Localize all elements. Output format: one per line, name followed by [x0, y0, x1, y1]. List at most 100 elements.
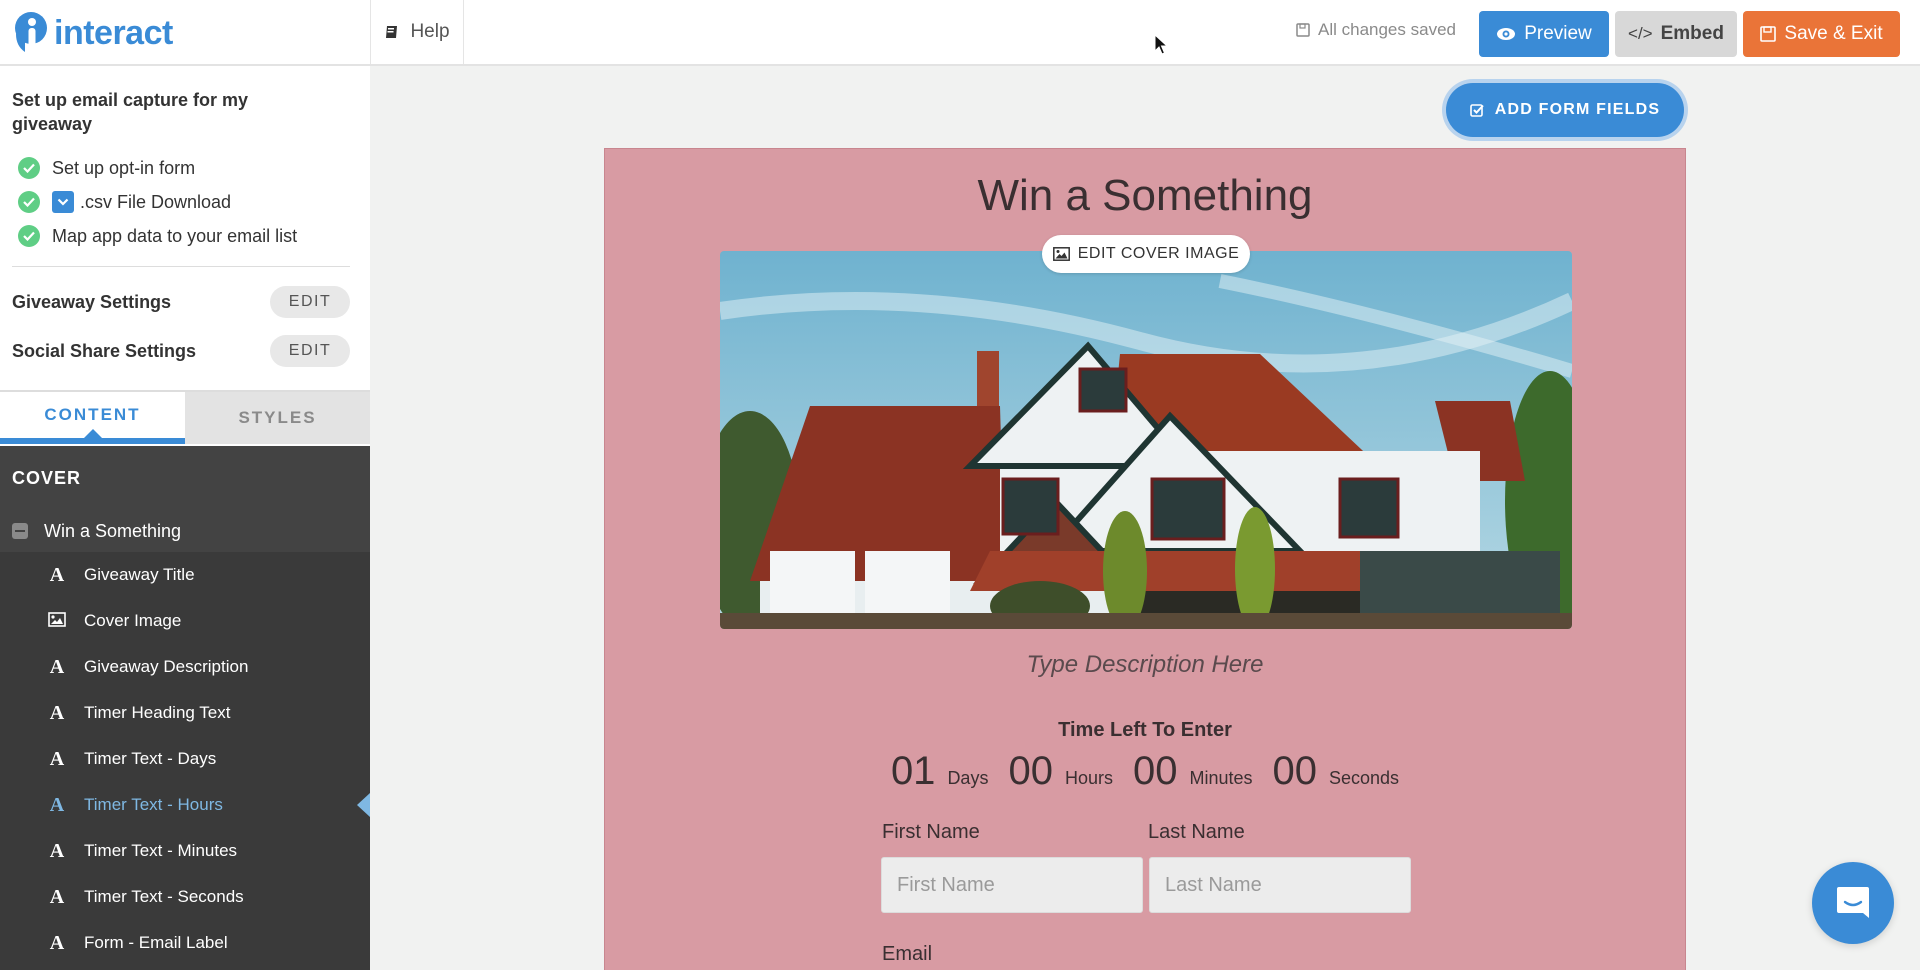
interact-logo[interactable]: interact: [12, 12, 173, 54]
edit-giveaway-settings-button[interactable]: EDIT: [270, 286, 350, 318]
text-icon: A: [49, 563, 65, 586]
floppy-icon: [1760, 26, 1777, 42]
email-label: Email: [882, 943, 933, 965]
giveaway-settings-row: Giveaway Settings EDIT: [12, 285, 350, 319]
dropdown-chevron-icon[interactable]: [52, 191, 74, 213]
tree-item-label: Timer Text - Hours: [84, 795, 223, 814]
tree-item-timer-text-days[interactable]: A Timer Text - Days: [0, 736, 370, 782]
last-name-label: Last Name: [1148, 821, 1245, 843]
chat-support-button[interactable]: [1812, 862, 1894, 944]
text-icon: A: [49, 655, 65, 678]
task-title: Set up email capture for my giveaway: [12, 90, 249, 134]
tree-item-timer-text-minutes[interactable]: A Timer Text - Minutes: [0, 828, 370, 874]
setting-label: Social Share Settings: [12, 340, 197, 361]
divider: [12, 266, 350, 267]
first-name-input[interactable]: [881, 857, 1143, 913]
timer-days-value: 01: [890, 749, 936, 793]
task-item[interactable]: Map app data to your email list: [18, 219, 297, 253]
help-button[interactable]: Help: [370, 0, 464, 64]
embed-button[interactable]: </> Embed: [1615, 11, 1737, 57]
timer-minutes-label[interactable]: Minutes: [1189, 768, 1252, 789]
task-label: .csv File Download: [80, 191, 232, 212]
task-label: Set up opt-in form: [52, 157, 196, 178]
task-item[interactable]: Set up opt-in form: [18, 151, 297, 185]
tab-content[interactable]: CONTENT: [0, 392, 185, 444]
giveaway-description[interactable]: Type Description Here: [605, 651, 1685, 679]
tree-item-label: Cover Image: [84, 611, 182, 630]
task-list: Set up opt-in form .csv File Download Ma…: [18, 151, 297, 253]
timer-minutes-value: 00: [1132, 749, 1178, 793]
task-label: Map app data to your email list: [52, 225, 298, 246]
text-icon: A: [49, 701, 65, 724]
timer-hours-value: 00: [1008, 749, 1053, 793]
timer-seconds-value: 00: [1272, 749, 1318, 793]
check-circle-icon: [18, 225, 40, 247]
check-circle-icon: [18, 157, 40, 179]
edit-social-share-settings-button[interactable]: EDIT: [270, 335, 350, 367]
image-icon: [46, 610, 68, 633]
tree-item-label: Giveaway Description: [84, 657, 249, 676]
save-status: All changes saved: [1296, 20, 1456, 40]
image-icon: [1052, 247, 1070, 261]
tab-styles[interactable]: STYLES: [185, 392, 370, 444]
tree-item-timer-text-seconds[interactable]: A Timer Text - Seconds: [0, 874, 370, 920]
chat-icon: [1837, 887, 1869, 918]
tree-item-timer-heading-text[interactable]: A Timer Heading Text: [0, 690, 370, 736]
sidebar: Set up email capture for my giveaway Set…: [0, 66, 370, 970]
preview-label: Preview: [1524, 23, 1592, 44]
check-circle-icon: [18, 191, 40, 213]
group-label: Win a Something: [44, 520, 182, 541]
eye-icon: [1497, 28, 1516, 40]
sidebar-tabs: CONTENT STYLES: [0, 390, 370, 444]
edit-cover-label: EDIT COVER IMAGE: [1077, 245, 1240, 262]
logo-mark-icon: [15, 12, 47, 52]
text-icon: A: [49, 931, 65, 954]
add-form-fields-inner: ADD FORM FIELDS: [1446, 83, 1684, 137]
timer-days-label[interactable]: Days: [947, 768, 988, 789]
book-icon: [386, 26, 398, 38]
tree-item-cover-image[interactable]: Cover Image: [0, 598, 370, 644]
tree-item-label: Timer Text - Days: [84, 749, 217, 768]
text-icon: A: [49, 747, 65, 770]
edit-cover-image-button[interactable]: EDIT COVER IMAGE: [1042, 235, 1250, 273]
tree-item-label: Timer Text - Minutes: [84, 841, 238, 860]
help-label: Help: [410, 21, 450, 42]
preview-button[interactable]: Preview: [1479, 11, 1609, 57]
cover-image[interactable]: [720, 251, 1572, 629]
collapse-icon[interactable]: [12, 523, 28, 539]
embed-label: Embed: [1660, 23, 1724, 44]
save-status-text: All changes saved: [1318, 20, 1456, 39]
save-exit-label: Save & Exit: [1784, 23, 1883, 44]
countdown-timer: 01 Days 00 Hours 00 Minutes 00 Seconds: [605, 749, 1685, 794]
timer-hours-label[interactable]: Hours: [1065, 768, 1113, 789]
giveaway-title[interactable]: Win a Something: [605, 171, 1685, 221]
floppy-icon: [1296, 23, 1310, 37]
tree-item-label: Form - Email Label: [84, 933, 228, 952]
checkbox-icon: [1469, 103, 1484, 117]
task-item[interactable]: .csv File Download: [18, 185, 297, 219]
add-form-fields-label: ADD FORM FIELDS: [1494, 101, 1661, 118]
code-icon: </>: [1628, 24, 1653, 43]
save-exit-button[interactable]: Save & Exit: [1743, 11, 1900, 57]
timer-seconds-label[interactable]: Seconds: [1329, 768, 1399, 789]
tree-item-form-email-label[interactable]: A Form - Email Label: [0, 920, 370, 966]
tree-item-label: Giveaway Title: [84, 565, 195, 584]
tree-item-label: Timer Text - Seconds: [84, 887, 244, 906]
section-header-cover: COVER: [0, 446, 370, 510]
tree-item-giveaway-description[interactable]: A Giveaway Description: [0, 644, 370, 690]
tree-item-timer-text-hours[interactable]: A Timer Text - Hours: [0, 782, 370, 828]
top-bar: interact Help All changes saved Preview …: [0, 0, 1920, 66]
content-tree: COVER Win a Something A Giveaway Title Co…: [0, 446, 370, 970]
text-icon: A: [49, 885, 65, 908]
mouse-cursor-icon: [1154, 34, 1168, 55]
add-form-fields-button[interactable]: ADD FORM FIELDS: [1442, 79, 1688, 141]
social-share-settings-row: Social Share Settings EDIT: [12, 334, 350, 368]
tree-item-giveaway-title[interactable]: A Giveaway Title: [0, 552, 370, 598]
timer-heading[interactable]: Time Left To Enter: [605, 719, 1685, 742]
giveaway-preview-canvas: Win a Something EDIT COVER IMAGE Type De…: [604, 148, 1686, 970]
setting-label: Giveaway Settings: [12, 291, 172, 312]
first-name-label: First Name: [882, 821, 980, 843]
tree-item-label: Timer Heading Text: [84, 703, 231, 722]
last-name-input[interactable]: [1149, 857, 1411, 913]
group-win-a-something[interactable]: Win a Something: [0, 510, 370, 552]
